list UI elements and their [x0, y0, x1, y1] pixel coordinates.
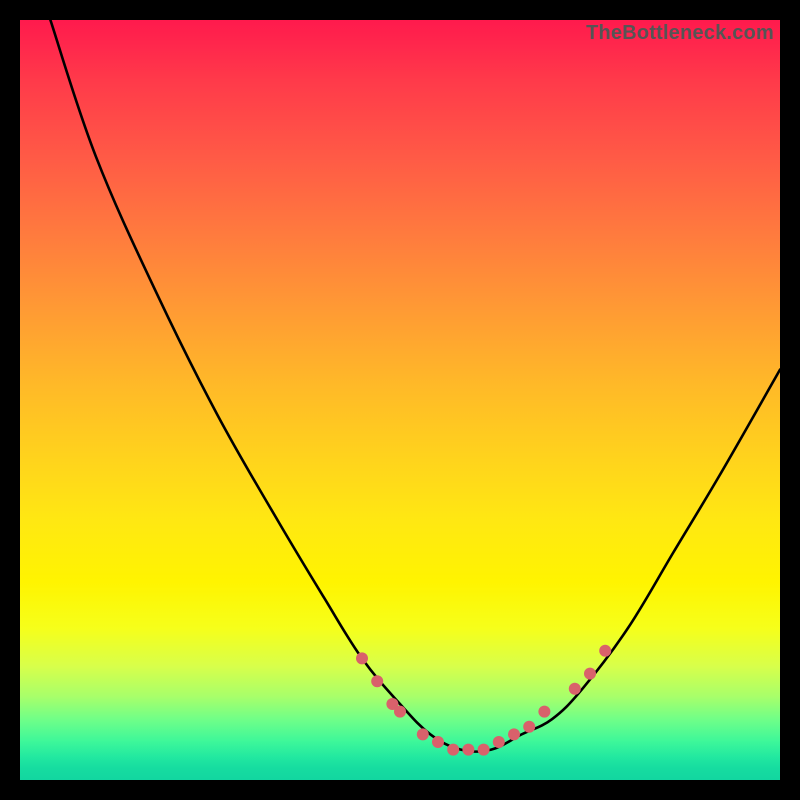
- highlight-dot: [493, 736, 505, 748]
- highlight-dot: [538, 706, 550, 718]
- highlight-dot: [356, 652, 368, 664]
- highlight-dot: [371, 675, 383, 687]
- chart-frame: TheBottleneck.com: [20, 20, 780, 780]
- highlight-dot: [523, 721, 535, 733]
- highlight-dot: [447, 744, 459, 756]
- highlight-dot: [478, 744, 490, 756]
- highlight-dot: [417, 728, 429, 740]
- highlight-dot: [569, 683, 581, 695]
- bottleneck-curve-path: [50, 20, 780, 752]
- highlight-dot: [599, 645, 611, 657]
- highlight-dot: [508, 728, 520, 740]
- curve-svg: [20, 20, 780, 780]
- highlight-dot: [462, 744, 474, 756]
- highlight-dot: [394, 706, 406, 718]
- highlight-dot: [584, 668, 596, 680]
- watermark-text: TheBottleneck.com: [586, 22, 774, 45]
- highlight-dot: [432, 736, 444, 748]
